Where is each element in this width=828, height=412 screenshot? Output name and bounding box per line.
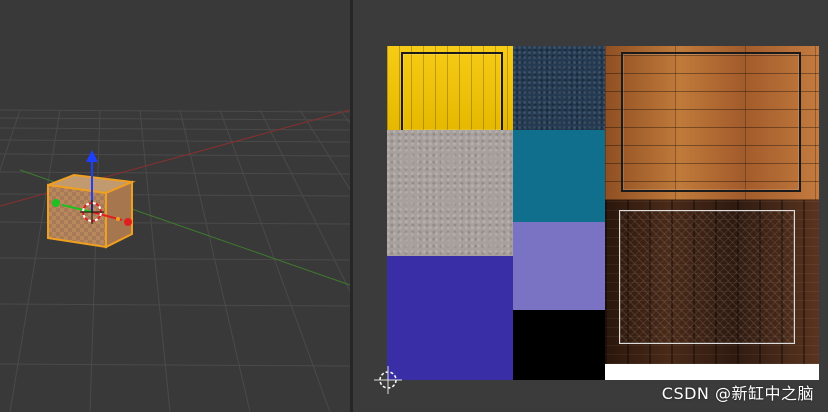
watermark-text: CSDN @新缸中之脑 <box>661 384 814 403</box>
tile-gray-noise <box>387 130 513 256</box>
tile-wood-dark <box>605 200 819 364</box>
gizmo-y-handle-icon[interactable] <box>52 199 60 207</box>
tile-yellow-planks <box>387 46 513 132</box>
3d-viewport-canvas[interactable] <box>0 0 350 412</box>
tile-indigo <box>387 256 513 380</box>
white-strip <box>605 364 819 380</box>
tile-wood-light <box>605 46 819 200</box>
tile-lavender <box>513 222 605 310</box>
3d-viewport[interactable] <box>0 0 350 412</box>
uv-image-editor[interactable]: CSDN @新缸中之脑 <box>353 0 828 412</box>
tile-teal <box>513 130 605 222</box>
texture-atlas[interactable] <box>387 46 819 380</box>
uv-island-outline[interactable] <box>619 210 795 344</box>
floor-grid <box>0 109 350 412</box>
tile-blue-noise <box>513 46 605 130</box>
gizmo-x-handle-icon[interactable] <box>124 218 132 226</box>
crosshair-icon <box>374 366 402 394</box>
gizmo-z-arrow-icon[interactable] <box>86 150 98 162</box>
uv-island-outline[interactable] <box>401 52 503 132</box>
uv-island-outline[interactable] <box>621 52 801 192</box>
object-origin-dot <box>116 217 120 221</box>
tile-black <box>513 310 605 380</box>
